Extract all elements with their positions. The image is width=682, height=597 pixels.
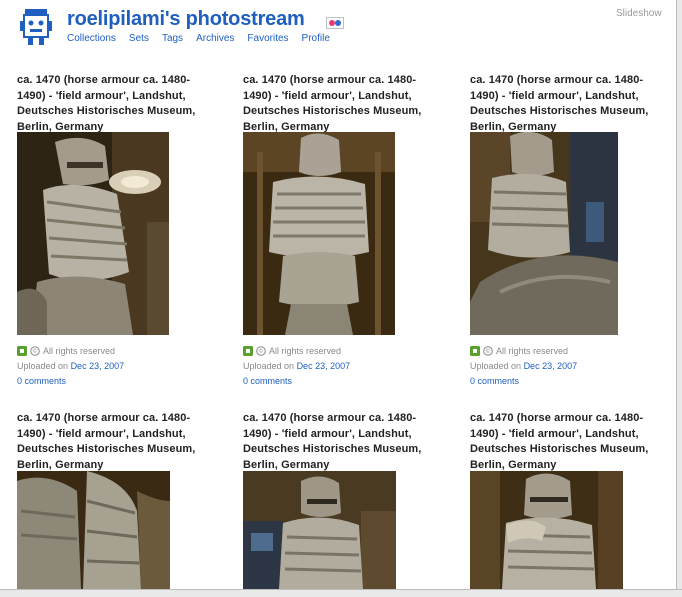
photo-item: ca. 1470 (horse armour ca. 1480- 1490) -… <box>470 411 680 589</box>
photo-thumbnail[interactable] <box>470 132 618 335</box>
nav-profile[interactable]: Profile <box>302 33 330 44</box>
license-text: All rights reserved <box>43 346 116 356</box>
photo-meta: © All rights reserved Uploaded on Dec 23… <box>17 345 227 386</box>
comments: 0 comments <box>17 376 227 386</box>
nav-tags[interactable]: Tags <box>162 33 183 44</box>
photo-thumbnail[interactable] <box>243 471 396 589</box>
copyright-icon[interactable]: © <box>30 346 40 356</box>
buddy-icon[interactable] <box>20 7 52 47</box>
uploaded-info: Uploaded on Dec 23, 2007 <box>243 361 351 371</box>
upload-date-link[interactable]: Dec 23, 2007 <box>71 361 125 371</box>
photo-item: ca. 1470 (horse armour ca. 1480- 1490) -… <box>470 73 680 386</box>
photo-meta: © All rights reserved Uploaded on Dec 23… <box>243 345 453 386</box>
green-square-icon <box>17 346 27 356</box>
license-text: All rights reserved <box>269 346 342 356</box>
photo-item: ca. 1470 (horse armour ca. 1480- 1490) -… <box>243 411 453 589</box>
uploaded-info: Uploaded on Dec 23, 2007 <box>17 361 125 371</box>
svg-text:©: © <box>485 348 491 355</box>
photo-item: ca. 1470 (horse armour ca. 1480- 1490) -… <box>17 73 227 386</box>
slideshow-link[interactable]: Slideshow <box>616 8 662 19</box>
photo-title[interactable]: ca. 1470 (horse armour ca. 1480- 1490) -… <box>243 73 453 135</box>
license-row: © All rights reserved <box>243 345 453 357</box>
copyright-icon[interactable]: © <box>256 346 266 356</box>
license-row: © All rights reserved <box>17 345 227 357</box>
photostream-nav: Collections Sets Tags Archives Favorites… <box>67 33 343 44</box>
comments-link[interactable]: 0 comments <box>470 376 519 386</box>
photo-thumbnail[interactable] <box>17 132 169 335</box>
photo-title[interactable]: ca. 1470 (horse armour ca. 1480- 1490) -… <box>470 73 680 135</box>
upload-date-link[interactable]: Dec 23, 2007 <box>524 361 578 371</box>
nav-favorites[interactable]: Favorites <box>247 33 288 44</box>
photo-title[interactable]: ca. 1470 (horse armour ca. 1480- 1490) -… <box>470 411 680 473</box>
comments: 0 comments <box>243 376 453 386</box>
uploaded-info: Uploaded on Dec 23, 2007 <box>470 361 578 371</box>
green-square-icon <box>243 346 253 356</box>
photo-meta: © All rights reserved Uploaded on Dec 23… <box>470 345 680 386</box>
copyright-icon[interactable]: © <box>483 346 493 356</box>
profile-badge-icon[interactable] <box>326 16 344 29</box>
photo-item: ca. 1470 (horse armour ca. 1480- 1490) -… <box>243 73 453 386</box>
nav-archives[interactable]: Archives <box>196 33 234 44</box>
nav-collections[interactable]: Collections <box>67 33 116 44</box>
page-title: roelipilami's photostream <box>67 8 305 30</box>
svg-text:©: © <box>258 348 264 355</box>
photo-item: ca. 1470 (horse armour ca. 1480- 1490) -… <box>17 411 227 589</box>
photo-thumbnail[interactable] <box>17 471 170 589</box>
photo-title[interactable]: ca. 1470 (horse armour ca. 1480- 1490) -… <box>17 73 227 135</box>
svg-text:©: © <box>32 348 38 355</box>
license-text: All rights reserved <box>496 346 569 356</box>
comments: 0 comments <box>470 376 680 386</box>
green-square-icon <box>470 346 480 356</box>
photo-thumbnail[interactable] <box>470 471 623 589</box>
nav-sets[interactable]: Sets <box>129 33 149 44</box>
upload-date-link[interactable]: Dec 23, 2007 <box>297 361 351 371</box>
license-row: © All rights reserved <box>470 345 680 357</box>
photo-title[interactable]: ca. 1470 (horse armour ca. 1480- 1490) -… <box>17 411 227 473</box>
comments-link[interactable]: 0 comments <box>17 376 66 386</box>
comments-link[interactable]: 0 comments <box>243 376 292 386</box>
photo-title[interactable]: ca. 1470 (horse armour ca. 1480- 1490) -… <box>243 411 453 473</box>
photo-thumbnail[interactable] <box>243 132 395 335</box>
